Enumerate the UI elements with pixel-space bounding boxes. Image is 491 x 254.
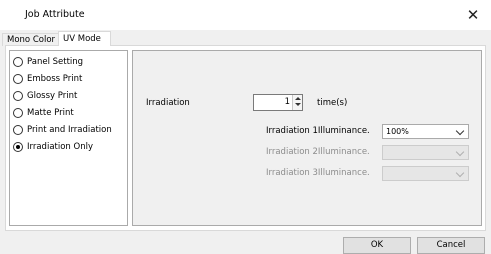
radio-icon [13,108,23,118]
irradiation-unit-label: time(s) [317,98,348,108]
illuminance-2-label: Irradiation 2Illuminance. [266,147,370,157]
radio-icon [13,57,23,67]
stepper-buttons [292,95,302,110]
chevron-down-icon [455,126,465,136]
irradiation-count-value: 1 [284,97,290,107]
stepper-down-icon[interactable] [293,102,302,109]
illuminance-1-select[interactable]: 100% [382,124,469,139]
radio-label: Irradiation Only [27,142,93,152]
uv-mode-page: Panel Setting Emboss Print Glossy Print … [5,45,486,231]
illuminance-1-value: 100% [386,127,409,136]
radio-icon [13,91,23,101]
radio-print-and-irradiation[interactable]: Print and Irradiation [13,123,112,137]
irradiation-count-stepper[interactable]: 1 [253,94,303,111]
close-icon[interactable]: ✕ [461,4,485,26]
radio-emboss-print[interactable]: Emboss Print [13,72,82,86]
radio-matte-print[interactable]: Matte Print [13,106,74,120]
cancel-button[interactable]: Cancel [417,237,485,254]
radio-label: Glossy Print [27,91,78,101]
irradiation-label: Irradiation [146,98,190,108]
radio-panel-setting[interactable]: Panel Setting [13,55,83,69]
stepper-up-icon[interactable] [293,95,302,102]
illuminance-2-select[interactable] [382,145,469,160]
radio-label: Emboss Print [27,74,83,84]
radio-icon [13,125,23,135]
illuminance-3-label: Irradiation 3Illuminance. [266,168,370,178]
title-bar: Job Attribute ✕ [0,0,491,30]
irradiation-settings: Irradiation 1 time(s) Irradiation 1Illum… [132,50,482,226]
mode-radio-group: Panel Setting Emboss Print Glossy Print … [9,50,128,226]
ok-button[interactable]: OK [343,237,411,254]
radio-label: Matte Print [27,108,74,118]
radio-label: Panel Setting [27,57,84,67]
window-title: Job Attribute [25,9,85,20]
chevron-down-icon [455,168,465,178]
tab-uv-mode[interactable]: UV Mode [58,31,111,46]
chevron-down-icon [455,147,465,157]
radio-checked-icon [13,142,23,152]
radio-glossy-print[interactable]: Glossy Print [13,89,77,103]
radio-irradiation-only[interactable]: Irradiation Only [13,140,93,154]
radio-label: Print and Irradiation [27,125,112,135]
illuminance-1-label: Irradiation 1Illuminance. [266,126,370,136]
radio-icon [13,74,23,84]
illuminance-3-select[interactable] [382,166,469,181]
